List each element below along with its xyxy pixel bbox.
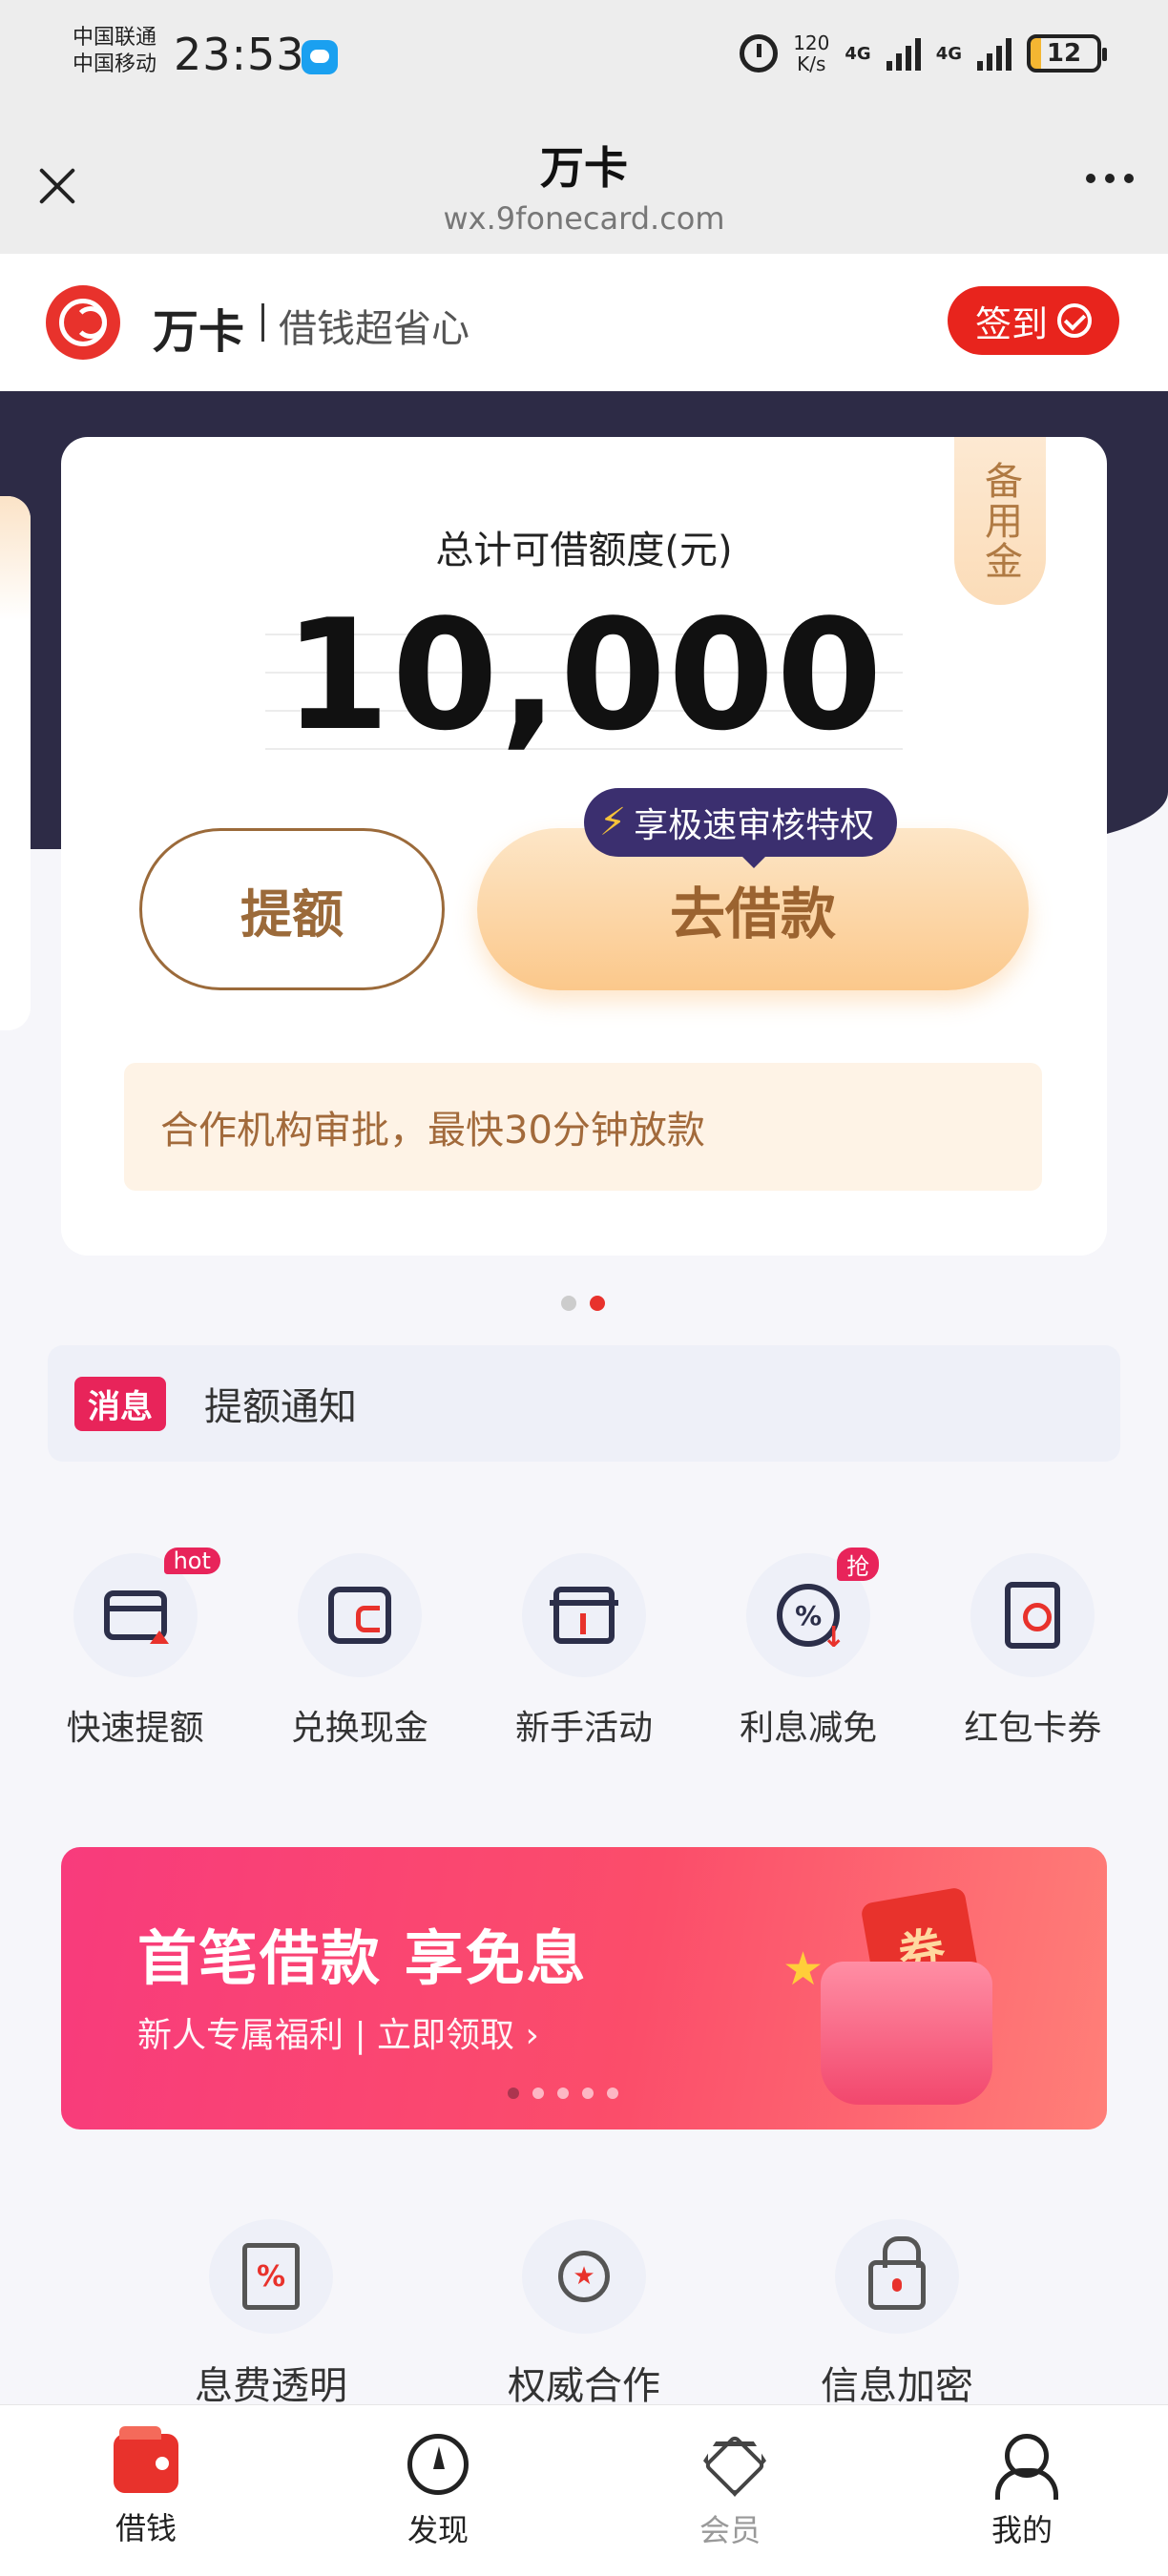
grab-badge: 抢 [837, 1548, 880, 1581]
brand-slogan: 借钱超省心 [279, 307, 469, 351]
brand-header: 万卡 借钱超省心 签到 [0, 254, 1168, 391]
rate-discount-icon: % [777, 1584, 845, 1654]
status-icons: 120 K/s 4G 4G 12 [740, 32, 1107, 74]
title-bar: 万卡 wx.9fonecard.com [0, 114, 1168, 254]
brand-divider [261, 303, 264, 342]
page-url: wx.9fonecard.com [443, 200, 725, 237]
card-raise-icon [103, 1590, 169, 1644]
page-title: 万卡 [540, 142, 628, 194]
lock-icon [868, 2236, 926, 2310]
tab-label: 借钱 [115, 2510, 177, 2546]
quick-action-newbie[interactable]: 新手活动 [489, 1553, 679, 1750]
quick-action-exchange[interactable]: 兑换现金 [264, 1553, 455, 1750]
feature-row: % 息费透明 ★ 权威合作 信息加密 [0, 2219, 1168, 2410]
carousel-indicator [561, 1296, 605, 1311]
percent-doc-icon: % [242, 2243, 300, 2310]
tab-mine[interactable]: 我的 [927, 2405, 1117, 2576]
coupon-icon [1005, 1582, 1061, 1649]
feature-label: 息费透明 [195, 2364, 347, 2408]
carrier-2: 中国移动 [73, 52, 157, 76]
signin-button[interactable]: 签到 [948, 286, 1119, 355]
promo-dot [607, 2088, 618, 2099]
message-notification-icon [302, 40, 338, 74]
wallet-icon [327, 1587, 391, 1644]
network-speed: 120 K/s [793, 32, 829, 74]
quick-action-coupons[interactable]: 红包卡券 [937, 1553, 1128, 1750]
signal-icon [886, 36, 921, 71]
feature-label: 信息加密 [821, 2364, 973, 2408]
wallet-tab-icon [114, 2426, 178, 2493]
carousel-dot [561, 1296, 576, 1311]
signin-label: 签到 [974, 302, 1048, 345]
tab-discover[interactable]: 发现 [343, 2405, 533, 2576]
quick-action-raise[interactable]: hot 快速提额 [40, 1548, 231, 1750]
network-type-2: 4G [935, 43, 962, 64]
feature-authority: ★ 权威合作 [489, 2219, 679, 2410]
carrier-info: 中国联通 中国移动 [73, 25, 156, 78]
promo-dot-active [508, 2088, 519, 2099]
quick-action-label: 红包卡券 [964, 1709, 1102, 1748]
feature-encryption: 信息加密 [802, 2219, 992, 2410]
more-options-icon[interactable] [1086, 174, 1134, 183]
signal-icon-2 [977, 36, 1012, 71]
net-speed-unit: K/s [797, 52, 826, 75]
brand-name: 万卡 [153, 305, 245, 359]
message-bar[interactable]: 消息 提额通知 [48, 1345, 1120, 1462]
hot-badge: hot [163, 1548, 220, 1574]
award-icon: ★ [558, 2251, 610, 2302]
pocket-illustration [821, 1962, 992, 2105]
diamond-icon [699, 2434, 761, 2495]
promo-dot [532, 2088, 544, 2099]
bottom-tab-bar: 借钱 发现 会员 我的 [0, 2404, 1168, 2576]
limit-label: 总计可借额度(元) [435, 529, 733, 572]
limit-amount: 10,000 [283, 586, 885, 764]
quick-actions: hot 快速提额 兑换现金 新手活动 % 抢 利息减免 红包卡券 [0, 1548, 1168, 1750]
fast-badge-label: 享极速审核特权 [634, 806, 875, 845]
tab-borrow[interactable]: 借钱 [51, 2405, 241, 2576]
tab-label: 我的 [991, 2512, 1053, 2548]
quick-action-label: 快速提额 [66, 1709, 204, 1748]
alarm-icon [740, 34, 779, 73]
carousel-dot-active [590, 1296, 605, 1311]
gift-icon [549, 1587, 618, 1644]
tab-label: 会员 [699, 2512, 761, 2548]
quick-action-label: 新手活动 [514, 1709, 653, 1748]
promo-carousel-indicator [508, 2088, 618, 2099]
check-circle-icon [1057, 303, 1092, 338]
star-icon: ★ [782, 1942, 824, 1996]
credit-limit-card: 备用金 总计可借额度(元) 10,000 提额 去借款 ⚡ 享极速审核特权 合作… [61, 437, 1107, 1256]
promo-subtitle: 新人专属福利 | 立即领取 › [137, 2016, 539, 2055]
raise-limit-button[interactable]: 提额 [139, 828, 445, 990]
user-icon [991, 2434, 1058, 2500]
feature-label: 权威合作 [508, 2364, 660, 2408]
promo-dot [557, 2088, 569, 2099]
message-text: 提额通知 [204, 1385, 357, 1429]
promo-banner[interactable]: 首笔借款 享免息 新人专属福利 | 立即领取 › ★ 券 [61, 1847, 1107, 2129]
battery-icon: 12 [1027, 34, 1107, 73]
battery-level: 12 [1046, 39, 1082, 68]
tab-member[interactable]: 会员 [635, 2405, 825, 2576]
carousel-prev-card[interactable] [0, 496, 31, 1030]
fast-review-badge: ⚡ 享极速审核特权 [584, 788, 898, 868]
promo-dot [582, 2088, 594, 2099]
promo-title: 首笔借款 享免息 [137, 1923, 588, 1993]
net-speed-value: 120 [793, 31, 830, 54]
quick-action-label: 利息减免 [740, 1709, 878, 1748]
message-tag: 消息 [74, 1376, 166, 1431]
tab-label: 发现 [407, 2512, 469, 2548]
network-type-1: 4G [845, 43, 871, 64]
promo-illustration: ★ 券 [763, 1876, 1050, 2114]
clock: 23:53 [174, 29, 305, 80]
compass-icon [407, 2434, 469, 2495]
carrier-1: 中国联通 [73, 26, 157, 50]
quick-action-interest[interactable]: % 抢 利息减免 [713, 1548, 904, 1750]
feature-transparent-fees: % 息费透明 [176, 2219, 366, 2410]
approval-notice: 合作机构审批，最快30分钟放款 [124, 1063, 1042, 1191]
quick-action-label: 兑换现金 [290, 1709, 428, 1748]
status-bar: 中国联通 中国移动 23:53 120 K/s 4G 4G 12 [0, 0, 1168, 114]
lightning-icon: ⚡ [599, 800, 627, 844]
brand-logo [46, 285, 120, 360]
